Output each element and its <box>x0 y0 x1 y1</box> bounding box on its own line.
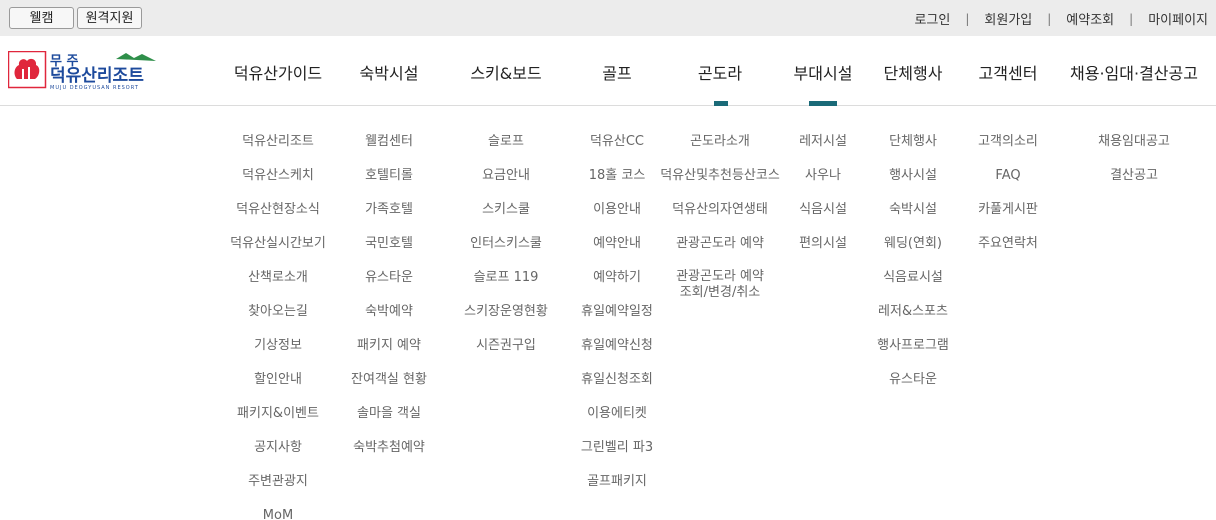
submenu-item[interactable]: 인터스키스쿨 <box>464 235 548 269</box>
submenu-item[interactable]: 주요연락처 <box>978 235 1038 269</box>
submenu-item[interactable]: 패키지&이벤트 <box>230 405 326 439</box>
submenu-item[interactable]: 숙박시설 <box>877 201 949 235</box>
submenu-item[interactable]: MoM <box>230 507 326 520</box>
submenu-item[interactable]: 찾아오는길 <box>230 303 326 337</box>
submenu-item[interactable]: 예약안내 <box>581 235 653 269</box>
submenu-item[interactable]: 시즌권구입 <box>464 337 548 371</box>
submenu-item[interactable]: 가족호텔 <box>351 201 427 235</box>
resort-logo[interactable]: 무 주 덕유산리조트 MUJU DEOGYUSAN RESORT <box>7 50 168 91</box>
submenu-item[interactable]: 식음시설 <box>799 201 847 235</box>
submenu-item[interactable]: 덕유산현장소식 <box>230 201 326 235</box>
submenu-item[interactable]: 웨딩(연회) <box>877 235 949 269</box>
nav-guide[interactable]: 덕유산가이드 <box>234 60 322 84</box>
submenu-item[interactable]: 슬로프 119 <box>464 269 548 303</box>
submenu-item[interactable]: 덕유산리조트 <box>230 133 326 167</box>
submenu-item[interactable]: 할인안내 <box>230 371 326 405</box>
submenu-item[interactable]: 유스타운 <box>351 269 427 303</box>
submenu-item[interactable]: 슬로프 <box>464 133 548 167</box>
submenu-item[interactable]: 덕유산의자연생태 <box>660 201 780 235</box>
submenu-item[interactable]: 그린벨리 파3 <box>581 439 653 473</box>
nav-group-events[interactable]: 단체행사 <box>884 60 943 84</box>
nav-hover-indicator <box>809 101 837 106</box>
submenu-item[interactable]: 호텔티롤 <box>351 167 427 201</box>
login-link[interactable]: 로그인 <box>914 9 950 28</box>
logo-graphic: 무 주 덕유산리조트 MUJU DEOGYUSAN RESORT <box>7 50 156 91</box>
nav-gondola[interactable]: 곤도라 <box>698 60 742 84</box>
submenu-item[interactable]: 채용임대공고 <box>1098 133 1170 167</box>
submenu-item[interactable]: 숙박예약 <box>351 303 427 337</box>
submenu-ski: 슬로프 요금안내 스키스쿨 인터스키스쿨 슬로프 119 스키장운영현황 시즌권… <box>464 133 548 371</box>
util-separator: | <box>1047 11 1052 26</box>
nav-lodging[interactable]: 숙박시설 <box>360 60 419 84</box>
nav-recruit[interactable]: 채용·임대·결산공고 <box>1070 60 1198 84</box>
submenu-item[interactable]: 휴일예약신청 <box>581 337 653 371</box>
logo-line2: 덕유산리조트 <box>50 66 144 86</box>
submenu-item[interactable]: 결산공고 <box>1098 167 1170 201</box>
submenu-item[interactable]: 사우나 <box>799 167 847 201</box>
nav-ski[interactable]: 스키&보드 <box>470 60 541 84</box>
submenu-item[interactable]: 휴일신청조회 <box>581 371 653 405</box>
submenu-item[interactable]: 덕유산CC <box>581 133 653 167</box>
submenu-item[interactable]: 솔마을 객실 <box>351 405 427 439</box>
submenu-gondola: 곤도라소개 덕유산및추천등산코스 덕유산의자연생태 관광곤도라 예약 관광곤도라… <box>660 133 780 309</box>
submenu-item[interactable]: 스키스쿨 <box>464 201 548 235</box>
submenu-lodging: 웰컴센터 호텔티롤 가족호텔 국민호텔 유스타운 숙박예약 패키지 예약 잔여객… <box>351 133 427 473</box>
submenu-item[interactable]: 레저시설 <box>799 133 847 167</box>
submenu-item[interactable]: 주변관광지 <box>230 473 326 507</box>
submenu-item[interactable]: 덕유산실시간보기 <box>230 235 326 269</box>
submenu-item[interactable]: 편의시설 <box>799 235 847 269</box>
submenu-facilities: 레저시설 사우나 식음시설 편의시설 <box>799 133 847 269</box>
submenu-item[interactable]: 이용안내 <box>581 201 653 235</box>
submenu-group-events: 단체행사 행사시설 숙박시설 웨딩(연회) 식음료시설 레저&스포츠 행사프로그… <box>877 133 949 405</box>
signup-link[interactable]: 회원가입 <box>984 9 1032 28</box>
submenu-item[interactable]: 패키지 예약 <box>351 337 427 371</box>
submenu-item[interactable]: 이용에티켓 <box>581 405 653 439</box>
submenu-item[interactable]: 산책로소개 <box>230 269 326 303</box>
submenu-item[interactable]: 잔여객실 현황 <box>351 371 427 405</box>
submenu-item[interactable]: 관광곤도라 예약 조회/변경/취소 <box>660 269 780 309</box>
submenu-item[interactable]: 곤도라소개 <box>660 133 780 167</box>
submenu-item[interactable]: 레저&스포츠 <box>877 303 949 337</box>
submenu-item[interactable]: 카풀게시판 <box>978 201 1038 235</box>
submenu-item[interactable]: 골프패키지 <box>581 473 653 507</box>
main-header: 무 주 덕유산리조트 MUJU DEOGYUSAN RESORT 덕유산가이드 … <box>0 36 1216 106</box>
submenu-item[interactable]: 웰컴센터 <box>351 133 427 167</box>
submenu-item[interactable]: 고객의소리 <box>978 133 1038 167</box>
webcam-button[interactable]: 웰캠 <box>9 7 74 29</box>
nav-active-indicator <box>714 101 728 106</box>
util-separator: | <box>965 11 970 26</box>
submenu-item[interactable]: 요금안내 <box>464 167 548 201</box>
util-links: 로그인 | 회원가입 | 예약조회 | 마이페이지 <box>914 9 1208 29</box>
reservation-lookup-link[interactable]: 예약조회 <box>1066 9 1114 28</box>
submenu-item[interactable]: 숙박추첨예약 <box>351 439 427 473</box>
nav-golf[interactable]: 골프 <box>602 60 631 84</box>
submenu-item[interactable]: 18홀 코스 <box>581 167 653 201</box>
submenu-item[interactable]: 덕유산스케치 <box>230 167 326 201</box>
submenu-item[interactable]: 스키장운영현황 <box>464 303 548 337</box>
submenu-item[interactable]: 공지사항 <box>230 439 326 473</box>
submenu-item[interactable]: 단체행사 <box>877 133 949 167</box>
submenu-item[interactable]: 식음료시설 <box>877 269 949 303</box>
submenu-item[interactable]: 행사시설 <box>877 167 949 201</box>
submenu-guide: 덕유산리조트 덕유산스케치 덕유산현장소식 덕유산실시간보기 산책로소개 찾아오… <box>230 133 326 520</box>
submenu-customer-center: 고객의소리 FAQ 카풀게시판 주요연락처 <box>978 133 1038 269</box>
nav-customer-center[interactable]: 고객센터 <box>979 60 1038 84</box>
util-separator: | <box>1129 11 1134 26</box>
submenu-item[interactable]: 휴일예약일정 <box>581 303 653 337</box>
submenu-item[interactable]: 덕유산및추천등산코스 <box>660 167 780 201</box>
nav-facilities[interactable]: 부대시설 <box>794 60 853 84</box>
logo-line3: MUJU DEOGYUSAN RESORT <box>50 85 139 91</box>
submenu-recruit: 채용임대공고 결산공고 <box>1098 133 1170 201</box>
submenu-item[interactable]: 국민호텔 <box>351 235 427 269</box>
submenu-item[interactable]: 기상정보 <box>230 337 326 371</box>
submenu-item[interactable]: 예약하기 <box>581 269 653 303</box>
submenu-item[interactable]: FAQ <box>978 167 1038 201</box>
submenu-item[interactable]: 관광곤도라 예약 <box>660 235 780 269</box>
submenu-item[interactable]: 행사프로그램 <box>877 337 949 371</box>
mypage-link[interactable]: 마이페이지 <box>1148 9 1208 28</box>
submenu-item[interactable]: 유스타운 <box>877 371 949 405</box>
submenu-golf: 덕유산CC 18홀 코스 이용안내 예약안내 예약하기 휴일예약일정 휴일예약신… <box>581 133 653 507</box>
top-utility-bar: 웰캠 원격지원 로그인 | 회원가입 | 예약조회 | 마이페이지 <box>0 0 1216 36</box>
remote-support-button[interactable]: 원격지원 <box>77 7 142 29</box>
